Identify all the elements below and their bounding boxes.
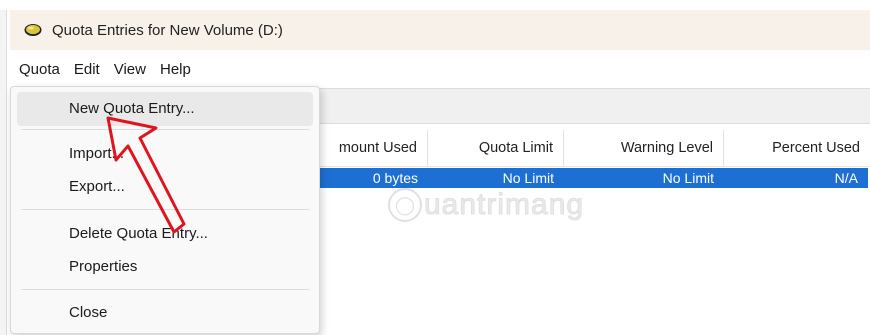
menu-separator xyxy=(21,289,309,290)
menu-item-close[interactable]: Close xyxy=(17,296,313,330)
cell-percent-used: N/A xyxy=(834,170,858,186)
menu-item-properties[interactable]: Properties xyxy=(17,250,313,284)
column-header-amount-used[interactable]: mount Used xyxy=(318,130,428,166)
menu-quota[interactable]: Quota xyxy=(10,61,67,78)
menu-bar: Quota Edit View Help xyxy=(10,54,870,84)
column-header-warning-level[interactable]: Warning Level xyxy=(564,130,724,166)
column-header-percent-used[interactable]: Percent Used xyxy=(724,130,870,166)
menu-separator xyxy=(21,209,309,210)
menu-item-delete-quota-entry[interactable]: Delete Quota Entry... xyxy=(17,217,313,251)
drive-icon xyxy=(24,24,42,36)
menu-item-new-quota-entry[interactable]: New Quota Entry... xyxy=(17,92,313,126)
cell-amount-used: 0 bytes xyxy=(372,170,418,186)
menu-edit[interactable]: Edit xyxy=(67,61,107,78)
window-title: Quota Entries for New Volume (D:) xyxy=(52,21,283,39)
toolbar xyxy=(318,88,870,124)
quota-entries-list[interactable]: mount Used Quota Limit Warning Level Per… xyxy=(318,130,870,335)
menu-separator xyxy=(21,129,309,130)
menu-item-export[interactable]: Export... xyxy=(17,170,313,204)
menu-help[interactable]: Help xyxy=(153,61,198,78)
watermark-logo-icon: ◯ xyxy=(388,188,422,222)
window-left-edge xyxy=(0,10,7,335)
menu-item-import[interactable]: Import... xyxy=(17,137,313,171)
column-header-quota-limit[interactable]: Quota Limit xyxy=(428,130,564,166)
watermark: ◯ uantrimang xyxy=(388,188,584,222)
watermark-text: uantrimang xyxy=(423,188,585,222)
cell-warning-level: No Limit xyxy=(662,170,714,186)
header-divider xyxy=(318,166,870,167)
cell-quota-limit: No Limit xyxy=(502,170,554,186)
title-bar: Quota Entries for New Volume (D:) xyxy=(10,10,870,50)
quota-dropdown-menu: New Quota Entry... Import... Export... D… xyxy=(10,86,320,334)
menu-view[interactable]: View xyxy=(107,61,153,78)
